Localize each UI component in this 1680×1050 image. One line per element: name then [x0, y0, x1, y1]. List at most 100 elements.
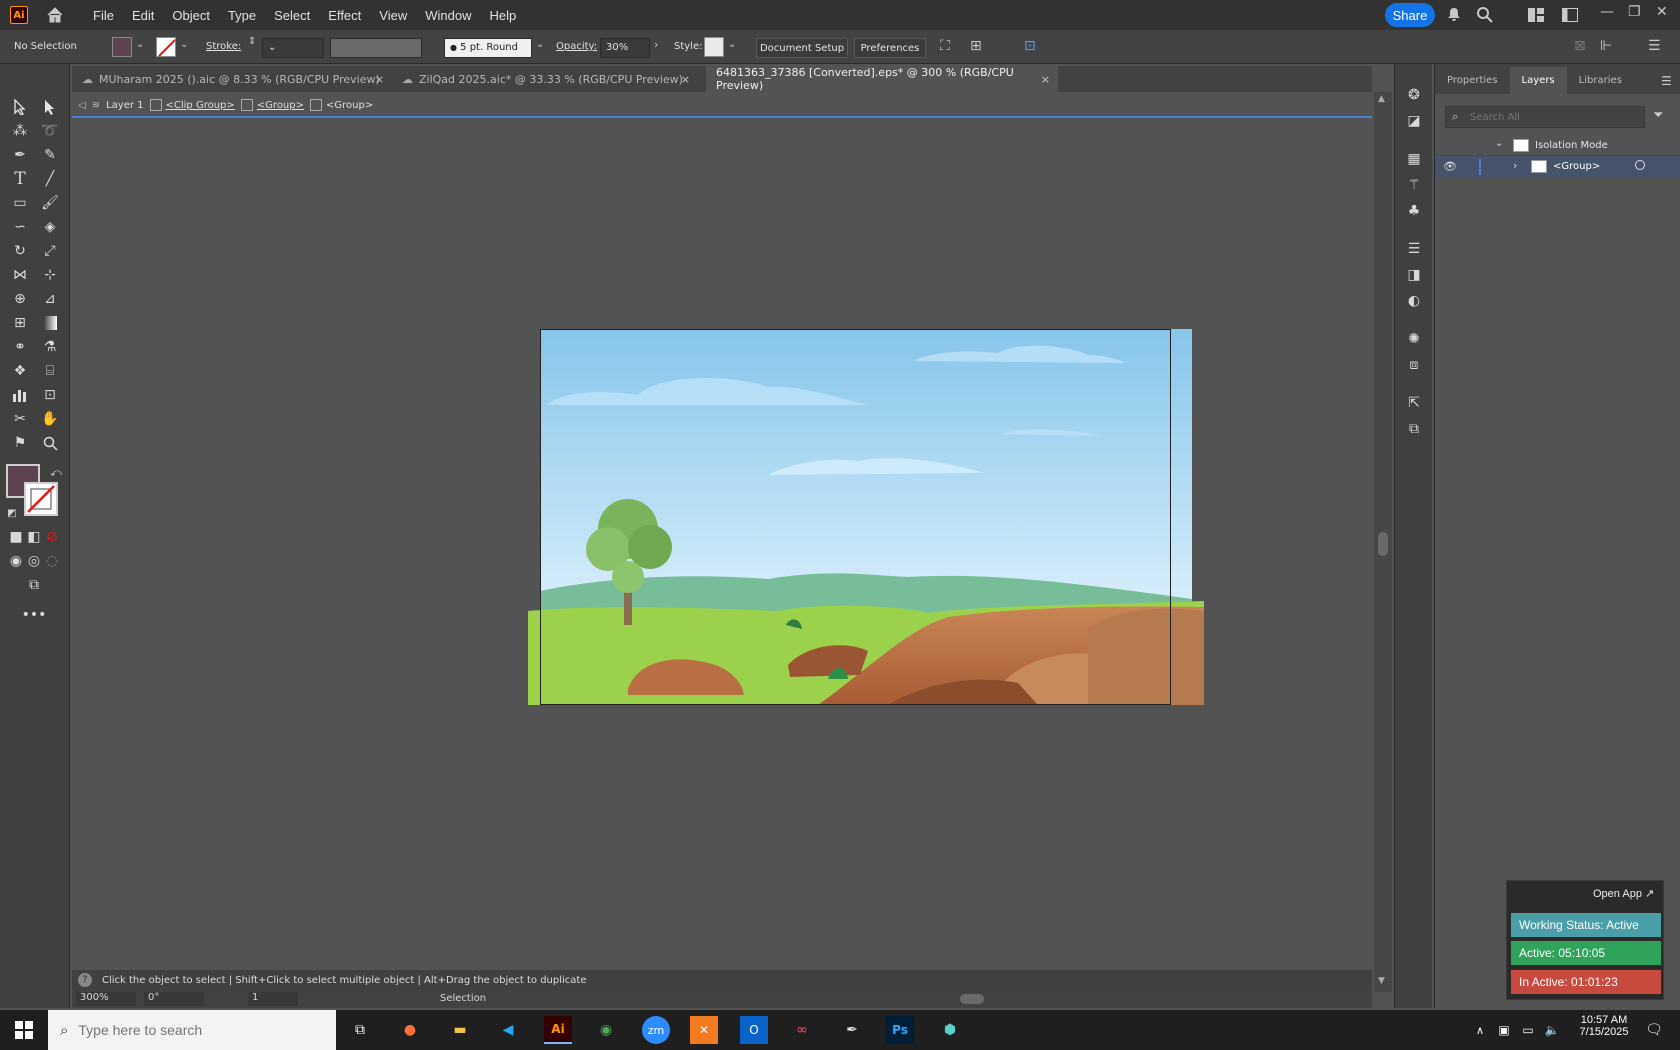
- free-transform-tool-icon[interactable]: ⊹: [38, 264, 62, 286]
- windows-start-icon[interactable]: [10, 1016, 38, 1044]
- symbols-panel-icon[interactable]: ♣: [1402, 200, 1426, 222]
- artboard-number-input[interactable]: 1: [248, 992, 298, 1006]
- tab-converted-eps[interactable]: 6481363_37386 [Converted].eps* @ 300 % (…: [706, 66, 1058, 92]
- live-paint-tool-icon[interactable]: ⌸: [38, 360, 62, 382]
- gradient-tool-icon[interactable]: [38, 312, 62, 334]
- menu-type[interactable]: Type: [219, 8, 265, 23]
- pen-tool-icon[interactable]: ✒: [8, 144, 32, 166]
- paintbrush-tool-icon[interactable]: 🖌: [38, 192, 62, 214]
- menu-help[interactable]: Help: [480, 8, 525, 23]
- stroke-panel-icon[interactable]: ☰: [1402, 238, 1426, 260]
- layers-search-input[interactable]: [1470, 109, 1640, 125]
- preferences-button[interactable]: Preferences: [854, 38, 926, 58]
- file-explorer-icon[interactable]: ▬: [446, 1016, 474, 1044]
- photoshop-icon[interactable]: Ps: [886, 1016, 914, 1044]
- vertical-scroll-thumb[interactable]: [1378, 532, 1388, 556]
- none-mode-icon[interactable]: ⊘: [40, 526, 64, 548]
- document-setup-button[interactable]: Document Setup: [756, 38, 848, 58]
- brushes-panel-icon[interactable]: ⚚: [1402, 174, 1426, 196]
- workspace-icon[interactable]: [1562, 8, 1578, 26]
- outlook-icon[interactable]: O: [740, 1016, 768, 1044]
- slice-tool-icon[interactable]: ✂: [8, 408, 32, 430]
- volume-icon[interactable]: 🔈: [1538, 1016, 1566, 1044]
- transform-icon[interactable]: ⛶: [940, 38, 950, 54]
- close-window-icon[interactable]: ✕: [1656, 4, 1668, 20]
- vscode-icon[interactable]: ◀: [494, 1016, 522, 1044]
- magic-wand-tool-icon[interactable]: ⁂: [8, 120, 32, 142]
- symbol-sprayer-tool-icon[interactable]: ❖: [8, 360, 32, 382]
- align-icon[interactable]: ⊞: [970, 38, 982, 54]
- zoom-tool-icon[interactable]: [38, 432, 62, 454]
- zoom-level-input[interactable]: 300%: [76, 992, 136, 1006]
- current-tool-label[interactable]: Selection: [440, 993, 486, 1004]
- export-panel-icon[interactable]: ⇱: [1402, 392, 1426, 414]
- opacity-input[interactable]: 30%: [600, 38, 650, 58]
- gradient-panel-icon[interactable]: ◨: [1402, 264, 1426, 286]
- lasso-tool-icon[interactable]: ➰: [38, 120, 62, 142]
- menu-window[interactable]: Window: [416, 8, 480, 23]
- appearance-panel-icon[interactable]: ✺: [1402, 328, 1426, 350]
- graphic-style-swatch[interactable]: [704, 37, 724, 57]
- close-tab-icon[interactable]: ×: [681, 73, 690, 86]
- notifications-icon[interactable]: 🗨: [1640, 1016, 1668, 1044]
- isolation-mode-row[interactable]: ⌄ Isolation Mode: [1435, 136, 1680, 156]
- open-app-link[interactable]: Open App ↗: [1593, 887, 1654, 900]
- color-panel-icon[interactable]: ❂: [1402, 84, 1426, 106]
- eraser-tool-icon[interactable]: ◈: [38, 216, 62, 238]
- menu-view[interactable]: View: [370, 8, 416, 23]
- menu-effect[interactable]: Effect: [319, 8, 370, 23]
- close-tab-icon[interactable]: ×: [1041, 73, 1050, 86]
- arrange-icon[interactable]: ⊠: [1574, 38, 1586, 54]
- firefox-icon[interactable]: ●: [396, 1016, 424, 1044]
- recolor-icon[interactable]: ⊡: [1024, 38, 1036, 54]
- shaper-tool-icon[interactable]: ∽: [8, 216, 32, 238]
- arrange-documents-icon[interactable]: [1528, 8, 1544, 26]
- breadcrumb-group-1[interactable]: <Group>: [257, 100, 304, 111]
- panel-menu-icon[interactable]: ☰: [1648, 38, 1661, 54]
- tracker-app-icon[interactable]: ⬢: [936, 1016, 964, 1044]
- opacity-label[interactable]: Opacity:: [556, 41, 597, 52]
- taskbar-search-box[interactable]: ⌕: [48, 1010, 336, 1050]
- blend-tool-icon[interactable]: ⚭: [8, 336, 32, 358]
- rotation-input[interactable]: 0°: [144, 992, 204, 1006]
- curvature-tool-icon[interactable]: ✎: [38, 144, 62, 166]
- bell-icon[interactable]: [1446, 6, 1462, 26]
- help-icon[interactable]: ?: [78, 973, 92, 987]
- collapse-chevron-icon[interactable]: ⌄: [1495, 138, 1503, 149]
- default-fill-stroke-icon[interactable]: ◩: [0, 502, 24, 524]
- stroke-weight-input[interactable]: ⌄: [262, 38, 324, 58]
- illustrator-taskbar-icon[interactable]: Ai: [544, 1016, 572, 1044]
- close-tab-icon[interactable]: ×: [375, 73, 384, 86]
- xampp-icon[interactable]: ✕: [690, 1016, 718, 1044]
- selection-tool-icon[interactable]: [8, 96, 32, 118]
- menu-select[interactable]: Select: [265, 8, 319, 23]
- back-arrow-icon[interactable]: ◁: [78, 100, 86, 111]
- target-circle-icon[interactable]: [1635, 160, 1645, 170]
- variable-width-profile[interactable]: [330, 38, 422, 58]
- opacity-arrow-icon[interactable]: ›: [654, 38, 658, 51]
- perspective-grid-tool-icon[interactable]: ⊿: [38, 288, 62, 310]
- creative-cloud-icon[interactable]: ∞: [788, 1016, 816, 1044]
- tab-zilqad[interactable]: ☁ ZilQad 2025.aic* @ 33.33 % (RGB/CPU Pr…: [392, 66, 698, 92]
- artboard-tool-icon[interactable]: ⊡: [38, 384, 62, 406]
- horizontal-scroll-thumb[interactable]: [960, 994, 984, 1004]
- draw-inside-icon[interactable]: ◌: [40, 550, 64, 572]
- artboard-illustration[interactable]: [528, 329, 1204, 705]
- stroke-dropdown-icon[interactable]: ⌄: [180, 39, 188, 50]
- hand-tool-icon[interactable]: ✋: [38, 408, 62, 430]
- menu-object[interactable]: Object: [163, 8, 219, 23]
- tab-muharam[interactable]: ☁ MUharam 2025 ().aic @ 8.33 % (RGB/CPU …: [72, 66, 392, 92]
- scroll-up-icon[interactable]: ▲: [1378, 94, 1385, 104]
- fill-swatch[interactable]: [112, 37, 132, 57]
- edit-toolbar-icon[interactable]: •••: [22, 604, 47, 626]
- graph-tool-icon[interactable]: [8, 384, 32, 406]
- direct-selection-tool-icon[interactable]: [38, 96, 62, 118]
- clock[interactable]: 10:57 AM 7/15/2025: [1566, 1014, 1642, 1038]
- screen-mode-icon[interactable]: ⧉: [22, 574, 46, 596]
- breadcrumb-layer[interactable]: Layer 1: [106, 100, 143, 111]
- mesh-tool-icon[interactable]: ⊞: [8, 312, 32, 334]
- home-icon[interactable]: [46, 6, 64, 24]
- vertical-scrollbar[interactable]: ▲ ▼: [1374, 92, 1392, 992]
- stroke-color-box[interactable]: [24, 482, 58, 516]
- rectangle-tool-icon[interactable]: ▭: [8, 192, 32, 214]
